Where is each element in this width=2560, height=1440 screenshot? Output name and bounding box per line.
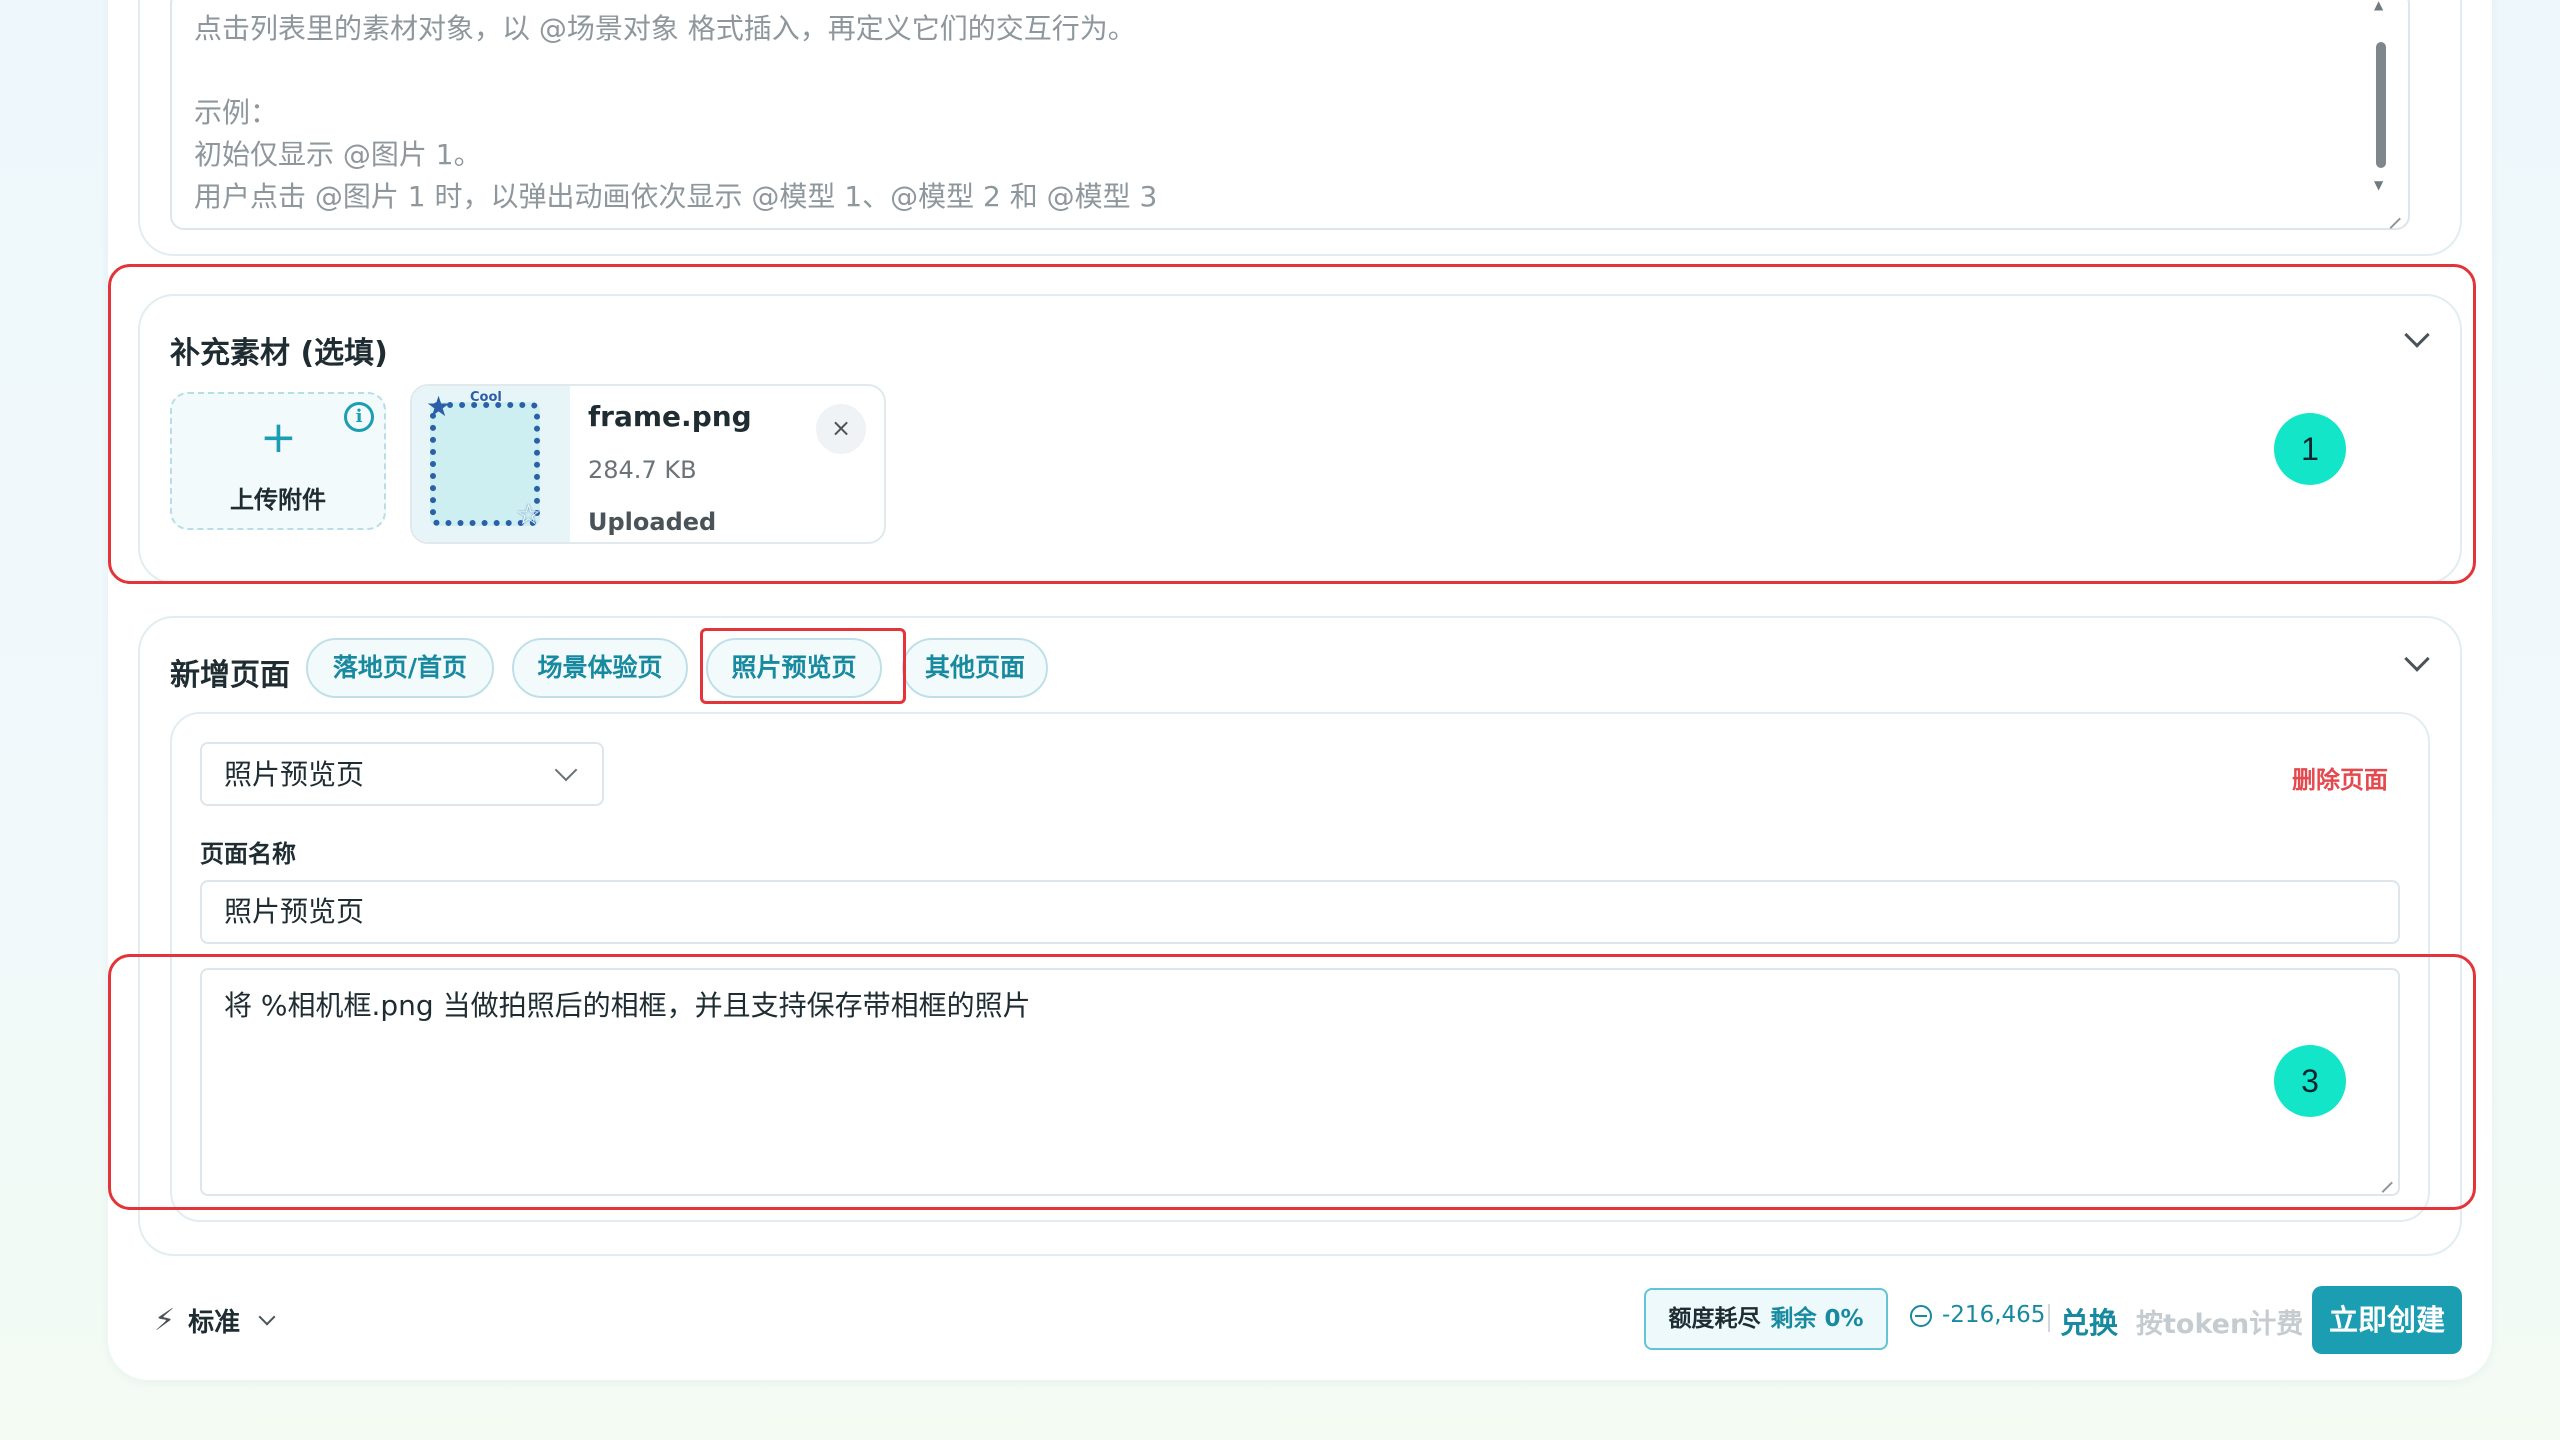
mode-label: 标准 xyxy=(188,1308,241,1338)
delete-page-button[interactable]: 删除页面 xyxy=(2292,760,2388,795)
divider xyxy=(2048,1304,2050,1332)
prompt-line: 用户点击 @图片 1 时，以弹出动画依次显示 @模型 1、@模型 2 和 @模型… xyxy=(194,180,1158,213)
chevron-down-icon xyxy=(258,1308,276,1325)
token-billing-label: 按token计费 xyxy=(2136,1309,2304,1340)
token-balance: -216,465 xyxy=(1910,1302,2045,1328)
exchange-link[interactable]: 兑换 xyxy=(2060,1300,2118,1342)
mode-selector[interactable]: ⚡ 标准 xyxy=(154,1302,276,1338)
scrollbar-thumb[interactable] xyxy=(2376,42,2386,168)
page-type-select-value: 照片预览页 xyxy=(224,758,365,791)
page-name-input[interactable]: 照片预览页 xyxy=(200,880,2400,944)
quota-badge: 额度耗尽 剩余 0% xyxy=(1644,1288,1888,1350)
page-type-tab-other[interactable]: 其他页面 xyxy=(902,638,1048,698)
token-balance-value: -216,465 xyxy=(1942,1302,2046,1328)
create-now-button[interactable]: 立即创建 xyxy=(2312,1286,2462,1354)
page-type-tab-landing[interactable]: 落地页/首页 xyxy=(306,638,494,698)
scroll-down-arrow-icon[interactable]: ▼ xyxy=(2374,178,2383,192)
coin-stack-icon xyxy=(1910,1304,1932,1327)
prompt-line: 示例： xyxy=(194,96,279,129)
prompt-line xyxy=(194,50,1157,92)
annotation-box-2 xyxy=(700,628,906,704)
annotation-box-3 xyxy=(108,954,2476,1210)
sparkle-icon: ⚡ xyxy=(154,1303,176,1338)
new-page-title: 新增页面 xyxy=(170,658,290,693)
interaction-textarea[interactable]: 点击列表里的素材对象，以 @场景对象 格式插入，再定义它们的交互行为。 示例： … xyxy=(170,0,2410,230)
annotation-box-1 xyxy=(108,264,2476,584)
scrollbar[interactable]: ▲ ▼ xyxy=(2370,0,2392,192)
quota-status: 额度耗尽 xyxy=(1668,1306,1761,1332)
page-type-select[interactable]: 照片预览页 xyxy=(200,742,604,806)
annotation-marker-3: 3 xyxy=(2274,1045,2346,1117)
scroll-up-arrow-icon[interactable]: ▲ xyxy=(2374,0,2383,12)
chevron-down-icon xyxy=(554,758,578,782)
page-name-label: 页面名称 xyxy=(200,840,296,868)
resize-grip-icon[interactable] xyxy=(2381,209,2401,229)
quota-remaining: 剩余 0% xyxy=(1770,1306,1864,1332)
prompt-line: 初始仅显示 @图片 1。 xyxy=(194,138,482,171)
page-type-tab-scene[interactable]: 场景体验页 xyxy=(512,638,688,698)
prompt-line: 点击列表里的素材对象，以 @场景对象 格式插入，再定义它们的交互行为。 xyxy=(194,12,1136,45)
annotation-marker-1: 1 xyxy=(2274,413,2346,485)
